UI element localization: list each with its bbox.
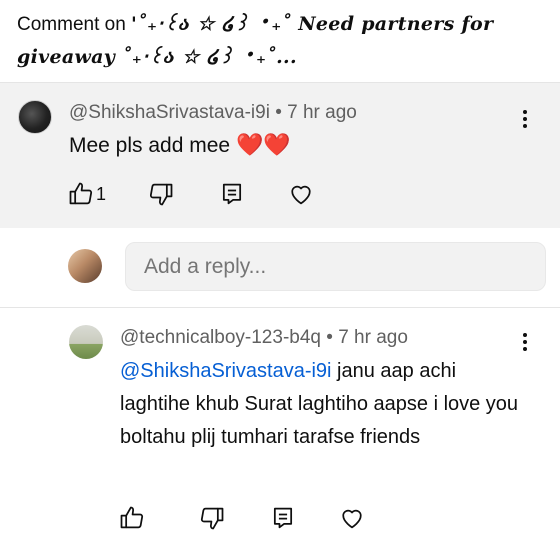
avatar xyxy=(68,249,102,283)
thumbs-up-icon[interactable] xyxy=(67,180,95,208)
thumbs-down-icon[interactable] xyxy=(147,180,175,208)
avatar[interactable] xyxy=(18,100,52,134)
header-title: Comment on '˚₊‧꒰ა ☆ ໒꒱ ‧₊˚ Need partners… xyxy=(17,8,547,74)
more-vert-icon[interactable] xyxy=(522,333,528,354)
thumbs-up-icon[interactable] xyxy=(118,504,146,532)
meta-separator: • xyxy=(320,327,339,348)
comment-time[interactable]: 7 hr ago xyxy=(287,102,357,123)
comment-header: Comment on '˚₊‧꒰ა ☆ ໒꒱ ‧₊˚ Need partners… xyxy=(0,0,560,82)
header-prefix: Comment on xyxy=(17,14,132,35)
reply-input[interactable] xyxy=(125,242,546,291)
reply-time[interactable]: 7 hr ago xyxy=(338,327,408,348)
mention-link[interactable]: @ShikshaSrivastava-i9i xyxy=(120,360,332,382)
avatar[interactable] xyxy=(69,325,103,359)
comment-thread: @ShikshaSrivastava-i9i • 7 hr ago Mee pl… xyxy=(0,83,560,228)
reply-icon[interactable] xyxy=(218,180,246,208)
reply-text: @ShikshaSrivastava-i9i janu aap achi lag… xyxy=(120,355,520,454)
reply-meta: @technicalboy-123-b4q • 7 hr ago xyxy=(120,327,408,349)
thumbs-down-icon[interactable] xyxy=(198,504,226,532)
reply-icon[interactable] xyxy=(269,504,297,532)
comment-text: Mee pls add mee ❤️❤️ xyxy=(69,132,291,158)
more-vert-icon[interactable] xyxy=(522,110,528,131)
comment-author[interactable]: @ShikshaSrivastava-i9i xyxy=(69,102,270,123)
heart-icon[interactable] xyxy=(338,504,366,532)
reply-author[interactable]: @technicalboy-123-b4q xyxy=(120,327,321,348)
comment-body: Mee pls add mee xyxy=(69,134,236,157)
meta-separator: • xyxy=(269,102,288,123)
heart-icon[interactable] xyxy=(287,180,315,208)
like-count: 1 xyxy=(96,184,107,204)
divider xyxy=(0,307,560,308)
comment-meta: @ShikshaSrivastava-i9i • 7 hr ago xyxy=(69,102,357,124)
heart-emoji: ❤️❤️ xyxy=(235,132,291,157)
